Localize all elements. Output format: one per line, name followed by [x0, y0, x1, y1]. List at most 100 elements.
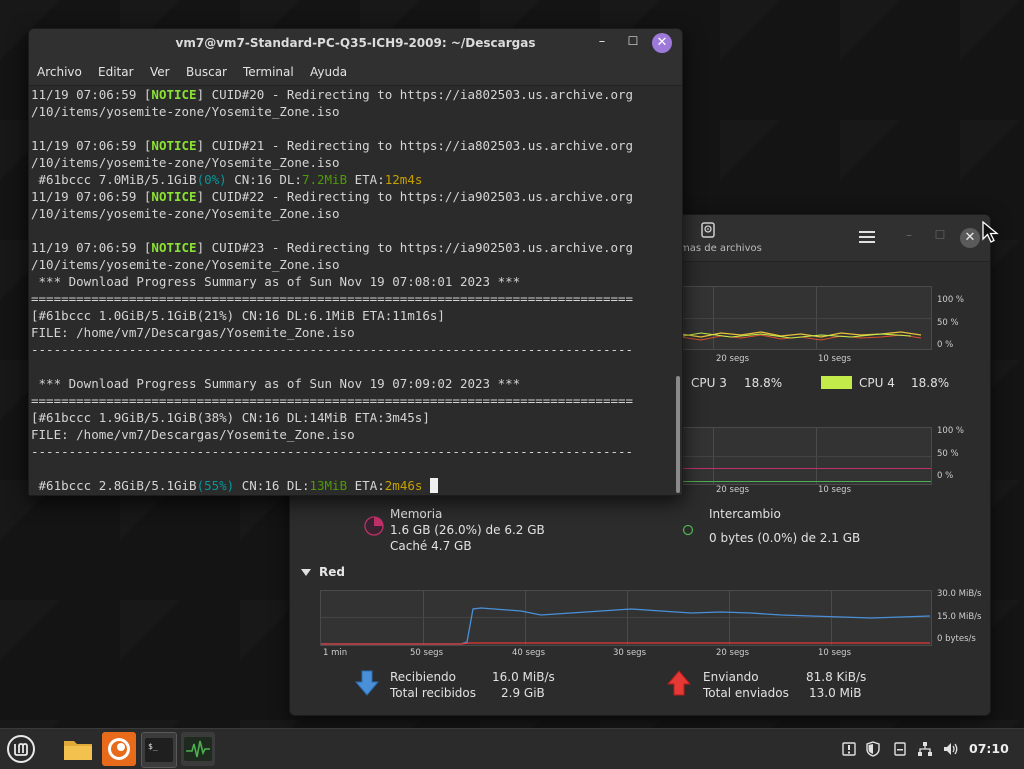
terminal-text: ] CUID#20 - Redirecting to https://ia802… [196, 87, 634, 102]
network-expander-icon[interactable] [301, 569, 311, 576]
minimize-icon[interactable]: – [903, 228, 915, 244]
cpu-xtick-10: 10 segs [818, 354, 851, 364]
terminal-text: ========================================… [31, 393, 634, 408]
terminal-window[interactable]: vm7@vm7-Standard-PC-Q35-ICH9-2009: ~/Des… [28, 28, 683, 496]
terminal-text: /10/items/yosemite-zone/Yosemite_Zone.is… [31, 104, 340, 119]
memory-pie-icon[interactable] [363, 515, 385, 537]
close-icon[interactable]: ✕ [652, 33, 672, 53]
network-history-lines [321, 607, 931, 645]
sending-value: 81.8 KiB/s [806, 670, 867, 684]
terminal-line: ----------------------------------------… [29, 341, 674, 358]
tab-file-systems[interactable]: mas de archivos [680, 243, 762, 254]
terminal-text: ] CUID#21 - Redirecting to https://ia802… [196, 138, 634, 153]
menu-archivo[interactable]: Archivo [37, 65, 82, 79]
download-arrow-icon[interactable] [355, 670, 379, 696]
menu-editar[interactable]: Editar [98, 65, 134, 79]
net-ytick-15: 15.0 MiB/s [937, 612, 982, 622]
hamburger-menu-icon[interactable] [858, 229, 876, 245]
taskbar: $_ 07:10 [0, 728, 1024, 769]
terminal-menubar: Archivo Editar Ver Buscar Terminal Ayuda [29, 59, 682, 86]
sending-label: Enviando [703, 670, 759, 684]
terminal-text: #61bccc 7.0MiB/5.1GiB [31, 172, 197, 187]
cpu4-swatch[interactable] [821, 376, 852, 389]
menu-icon[interactable] [4, 732, 38, 766]
minimize-icon[interactable]: – [595, 34, 609, 52]
network-graph [320, 590, 932, 646]
terminal-line: #61bccc 7.0MiB/5.1GiB(0%) CN:16 DL:7.2Mi… [29, 171, 674, 188]
terminal-text: CN:16 DL: [234, 478, 310, 493]
network-icon[interactable] [917, 741, 933, 757]
notes-icon[interactable] [892, 741, 908, 757]
update-manager-icon[interactable] [841, 741, 857, 757]
cpu-ytick-100: 100 % [937, 295, 965, 305]
maximize-icon[interactable]: ☐ [934, 228, 946, 244]
terminal-line: /10/items/yosemite-zone/Yosemite_Zone.is… [29, 256, 674, 273]
terminal-titlebar[interactable]: vm7@vm7-Standard-PC-Q35-ICH9-2009: ~/Des… [29, 29, 682, 59]
terminal-text: *** Download Progress Summary as of Sun … [31, 376, 521, 391]
total-sent-value: 13.0 MiB [809, 686, 862, 700]
maximize-icon[interactable]: ☐ [626, 34, 640, 52]
terminal-icon[interactable]: $_ [141, 732, 177, 768]
cpu-ytick-0: 0 % [937, 340, 954, 350]
volume-icon[interactable] [943, 741, 959, 757]
swap-usage: 0 bytes (0.0%) de 2.1 GB [709, 531, 861, 545]
close-icon[interactable]: ✕ [960, 228, 980, 248]
firefox-icon[interactable] [102, 732, 136, 766]
upload-arrow-icon[interactable] [667, 670, 691, 696]
mem-xtick-20: 20 segs [716, 485, 749, 495]
terminal-text: ] CUID#22 - Redirecting to https://ia902… [196, 189, 634, 204]
cpu-ytick-50: 50 % [937, 318, 959, 328]
clock[interactable]: 07:10 [969, 741, 1009, 756]
shield-icon[interactable] [865, 741, 881, 757]
terminal-output[interactable]: 11/19 07:06:59 [NOTICE] CUID#20 - Redire… [29, 86, 674, 495]
net-xtick-30: 30 segs [613, 648, 646, 658]
net-ytick-0: 0 bytes/s [937, 634, 976, 644]
mem-ytick-100: 100 % [937, 426, 965, 436]
terminal-text: /10/items/yosemite-zone/Yosemite_Zone.is… [31, 257, 340, 272]
swap-pie-icon[interactable] [682, 524, 694, 536]
terminal-line: [#61bccc 1.0GiB/5.1GiB(21%) CN:16 DL:6.1… [29, 307, 674, 324]
network-section-title[interactable]: Red [319, 565, 345, 579]
net-ytick-30: 30.0 MiB/s [937, 589, 982, 599]
terminal-text: [#61bccc 1.0GiB/5.1GiB(21%) CN:16 DL:6.1… [31, 308, 445, 323]
terminal-text: (0%) [196, 172, 227, 187]
receiving-label: Recibiendo [390, 670, 457, 684]
terminal-text: /10/items/yosemite-zone/Yosemite_Zone.is… [31, 155, 340, 170]
terminal-scrollbar-thumb[interactable] [676, 376, 680, 493]
cpu4-value: 18.8% [911, 376, 950, 390]
terminal-text: ----------------------------------------… [31, 342, 634, 357]
system-monitor-icon[interactable] [181, 732, 215, 766]
files-icon[interactable] [61, 732, 95, 766]
terminal-text: 11/19 07:06:59 [ [31, 189, 152, 204]
terminal-line: *** Download Progress Summary as of Sun … [29, 273, 674, 290]
menu-buscar[interactable]: Buscar [186, 65, 227, 79]
terminal-text: ----------------------------------------… [31, 444, 634, 459]
terminal-text: 11/19 07:06:59 [ [31, 138, 152, 153]
terminal-text: 11/19 07:06:59 [ [31, 240, 152, 255]
terminal-text: 13MiB [309, 478, 348, 493]
terminal-text: FILE: /home/vm7/Descargas/Yosemite_Zone.… [31, 427, 355, 442]
net-xtick-1min: 1 min [323, 648, 348, 658]
cpu-xtick-20: 20 segs [716, 354, 749, 364]
menu-ver[interactable]: Ver [150, 65, 170, 79]
terminal-line: 11/19 07:06:59 [NOTICE] CUID#21 - Redire… [29, 137, 674, 154]
terminal-line: ========================================… [29, 392, 674, 409]
net-xtick-50: 50 segs [410, 648, 443, 658]
terminal-line: ----------------------------------------… [29, 443, 674, 460]
terminal-cursor [429, 478, 438, 493]
cpu3-label: CPU 3 [691, 376, 727, 390]
memory-title: Memoria [390, 507, 443, 521]
terminal-line: [#61bccc 1.9GiB/5.1GiB(38%) CN:16 DL:14M… [29, 409, 674, 426]
menu-ayuda[interactable]: Ayuda [310, 65, 347, 79]
terminal-text: /10/items/yosemite-zone/Yosemite_Zone.is… [31, 206, 340, 221]
file-systems-icon[interactable] [700, 222, 716, 238]
terminal-text: 12m4s [384, 172, 423, 187]
swap-title: Intercambio [709, 507, 781, 521]
menu-terminal[interactable]: Terminal [243, 65, 294, 79]
svg-text:$_: $_ [148, 742, 158, 751]
total-received-label: Total recibidos [390, 686, 476, 700]
